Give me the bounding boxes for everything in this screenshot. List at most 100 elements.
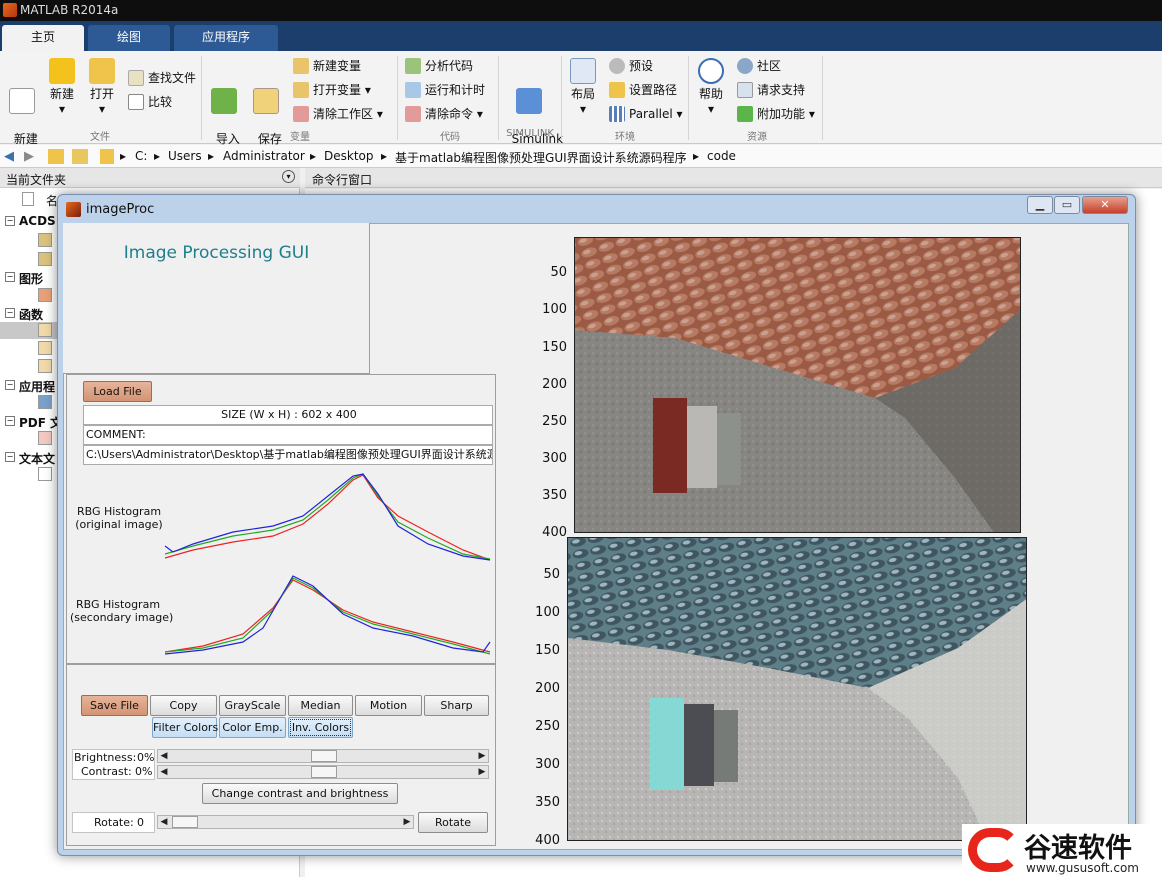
processed-image-axes[interactable] [567,537,1027,841]
community-button[interactable]: 社区 [737,58,781,74]
layout-button[interactable]: 布局 ▾ [568,58,598,117]
browse-folder-icon[interactable] [72,149,88,164]
histogram-red-line [164,474,491,561]
set-path-button[interactable]: 设置路径 [609,82,677,98]
import-arrow-icon [211,88,237,114]
help-icon [698,58,724,84]
rotate-slider-thumb[interactable] [172,816,198,828]
sharp-button[interactable]: Sharp [424,695,489,716]
text-file-icon[interactable] [38,467,52,481]
maximize-button[interactable]: ▭ [1054,196,1080,214]
collapse-icon[interactable]: − [5,216,15,226]
close-button[interactable]: ✕ [1082,196,1128,214]
tree-group-functions[interactable]: 函数 [19,306,43,323]
function-file-icon[interactable] [38,323,52,337]
contrast-label: Contrast: [81,765,132,778]
request-support-button[interactable]: 请求支持 [737,82,805,98]
breadcrumb-item[interactable]: Administrator [223,149,305,163]
parallel-button[interactable]: Parallel ▾ [609,106,683,122]
tree-group-pdf[interactable]: PDF 文 [19,414,62,431]
save-file-button[interactable]: Save File [81,695,148,716]
filter-colors-button[interactable]: Filter Colors [152,717,218,738]
back-arrow-icon[interactable]: ◀ [4,149,14,164]
brightness-slider-thumb[interactable] [311,750,337,762]
clear-workspace-button[interactable]: 清除工作区 ▾ [293,106,383,122]
preferences-button[interactable]: 预设 [609,58,653,74]
function-file-icon[interactable] [38,359,52,373]
motion-button[interactable]: Motion [355,695,422,716]
open-variable-icon [293,82,309,98]
breadcrumb-item[interactable]: 基于matlab编程图像预处理GUI界面设计系统源码程序 [395,149,687,166]
app-file-icon[interactable] [38,395,52,409]
clear-workspace-label: 清除工作区 [313,107,374,121]
tree-group-figures[interactable]: 图形 [19,270,43,287]
panel-menu-icon[interactable]: ▾ [282,170,295,183]
change-contrast-brightness-button[interactable]: Change contrast and brightness [202,783,398,804]
collapse-icon[interactable]: − [5,380,15,390]
figure-file-icon[interactable] [38,288,52,302]
y-tick-label: 150 [535,643,560,658]
figure-title: imageProc [86,202,155,217]
tab-apps[interactable]: 应用程序 [174,25,278,51]
run-time-icon [405,82,421,98]
find-files-button[interactable]: 查找文件 [128,70,196,86]
tab-home[interactable]: 主页 [2,25,84,51]
slider-left-arrow-icon[interactable]: ◀ [158,816,170,828]
new-variable-button[interactable]: 新建变量 [293,58,361,74]
tree-group-text[interactable]: 文本文 [19,450,55,467]
panel-title: 当前文件夹 [6,173,67,187]
slider-left-arrow-icon[interactable]: ◀ [158,766,170,778]
tab-plots[interactable]: 绘图 [88,25,170,51]
original-image-axes[interactable] [574,237,1021,533]
collapse-icon[interactable]: − [5,308,15,318]
breadcrumb-item[interactable]: code [707,149,736,163]
minimize-button[interactable]: ▁ [1027,196,1053,214]
breadcrumb-item[interactable]: C: [135,149,147,163]
up-folder-icon[interactable] [48,149,64,164]
clear-commands-button[interactable]: 清除命令 ▾ [405,106,483,122]
collapse-icon[interactable]: − [5,452,15,462]
collapse-icon[interactable]: − [5,272,15,282]
analyze-code-label: 分析代码 [425,59,474,73]
open-button[interactable]: 打开 ▾ [86,58,118,117]
copy-button[interactable]: Copy [150,695,217,716]
pdf-file-icon[interactable] [38,431,52,445]
breadcrumb-separator: ▸ [120,149,127,163]
add-ons-button[interactable]: 附加功能 ▾ [737,106,815,122]
folder-icon [89,58,115,84]
rotate-button[interactable]: Rotate [418,812,488,833]
brightness-slider[interactable]: ◀ ▶ [157,749,489,763]
load-file-button[interactable]: Load File [83,381,152,402]
breadcrumb-item[interactable]: Users [168,149,202,163]
forward-arrow-icon[interactable]: ▶ [24,149,34,164]
rotate-slider[interactable]: ◀ ▶ [157,815,414,829]
find-files-label: 查找文件 [148,71,197,85]
function-file-icon[interactable] [38,341,52,355]
contrast-slider[interactable]: ◀ ▶ [157,765,489,779]
help-button[interactable]: 帮助 ▾ [696,58,726,117]
analyze-code-button[interactable]: 分析代码 [405,58,473,74]
slider-right-arrow-icon[interactable]: ▶ [476,750,488,762]
add-ons-icon [737,106,753,122]
median-button[interactable]: Median [288,695,353,716]
invert-colors-button[interactable]: Inv. Colors [288,717,353,738]
new-label: 新建 [49,87,74,101]
slider-right-arrow-icon[interactable]: ▶ [476,766,488,778]
slider-right-arrow-icon[interactable]: ▶ [401,816,413,828]
color-emphasis-button[interactable]: Color Emp. [219,717,286,738]
variable-group-label: 变量 [290,132,310,143]
file-icon[interactable] [38,233,52,247]
file-icon[interactable] [38,252,52,266]
open-variable-button[interactable]: 打开变量 ▾ [293,82,371,98]
breadcrumb-item[interactable]: Desktop [324,149,374,163]
grayscale-button[interactable]: GrayScale [219,695,286,716]
run-and-time-button[interactable]: 运行和计时 [405,82,485,98]
collapse-icon[interactable]: − [5,416,15,426]
slider-left-arrow-icon[interactable]: ◀ [158,750,170,762]
tree-group-acds[interactable]: ACDS [19,214,56,228]
compare-button[interactable]: 比较 [128,94,172,110]
new-button[interactable]: 新建 ▾ [46,58,78,117]
y-tick-label: 50 [543,567,560,582]
contrast-slider-thumb[interactable] [311,766,337,778]
tree-group-apps[interactable]: 应用程 [19,378,55,395]
